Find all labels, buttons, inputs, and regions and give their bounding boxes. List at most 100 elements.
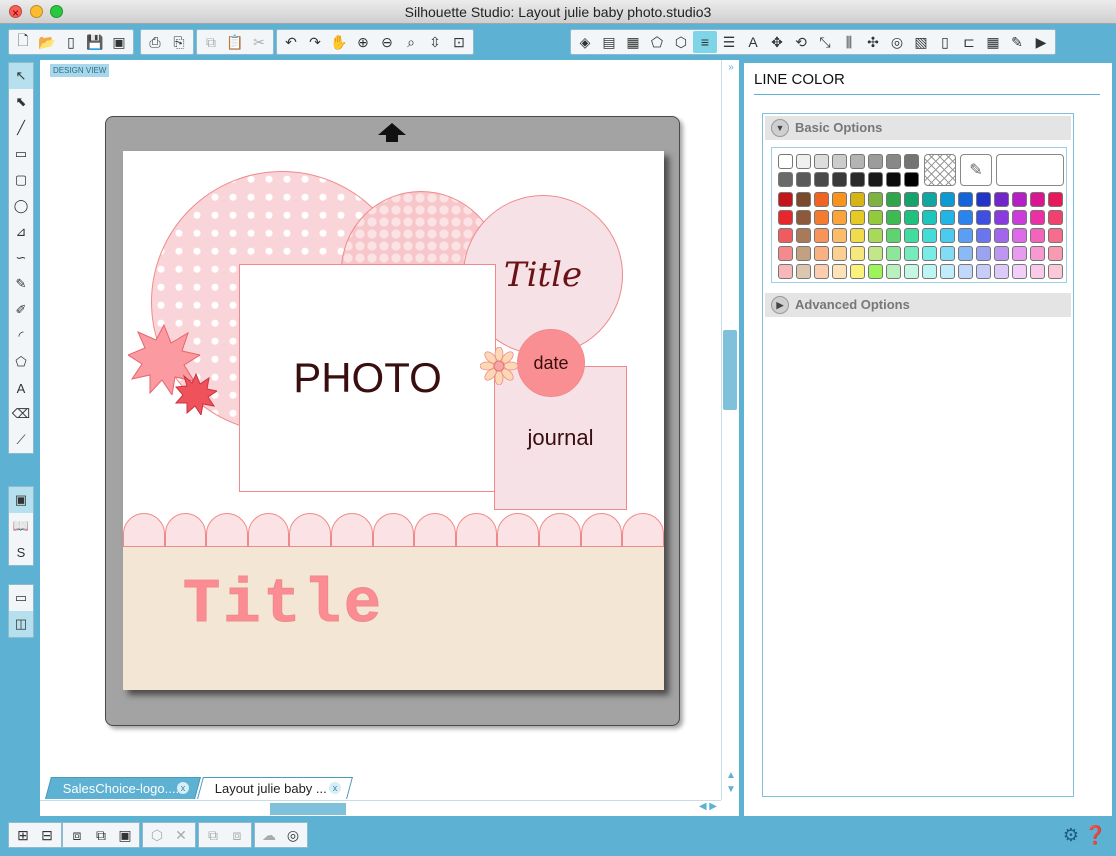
color-swatch[interactable] <box>796 154 811 169</box>
zoom-out-icon[interactable]: ⊖ <box>375 31 399 53</box>
curve-tool-icon[interactable]: ∽ <box>9 245 33 271</box>
maximize-window-button[interactable] <box>50 5 63 18</box>
page-setup-icon[interactable]: ▯ <box>933 31 957 53</box>
color-swatch[interactable] <box>886 228 901 243</box>
send-to-cutter-icon[interactable]: ⎘ <box>167 31 191 53</box>
color-swatch[interactable] <box>940 264 955 279</box>
print-icon[interactable]: ⎙ <box>143 31 167 53</box>
color-swatch[interactable] <box>814 192 829 207</box>
collapse-panel-icon[interactable]: » <box>724 62 738 74</box>
color-swatch[interactable] <box>1012 210 1027 225</box>
color-swatch[interactable] <box>940 210 955 225</box>
color-swatch[interactable] <box>904 228 919 243</box>
color-swatch[interactable] <box>904 210 919 225</box>
color-swatch[interactable] <box>976 210 991 225</box>
color-swatch[interactable] <box>1012 264 1027 279</box>
open-icon[interactable]: 📂 <box>35 31 59 53</box>
redo-icon[interactable]: ↷ <box>303 31 327 53</box>
text-style-icon[interactable]: A <box>741 31 765 53</box>
color-swatch[interactable] <box>1048 264 1063 279</box>
copy-icon[interactable]: ⧉ <box>199 31 223 53</box>
color-swatch[interactable] <box>976 192 991 207</box>
color-swatch[interactable] <box>994 264 1009 279</box>
color-swatch[interactable] <box>796 172 811 187</box>
no-color-swatch[interactable] <box>924 154 956 186</box>
color-swatch[interactable] <box>868 264 883 279</box>
photo-box[interactable]: PHOTO <box>239 264 496 492</box>
gradient-icon[interactable]: ▤ <box>597 31 621 53</box>
color-swatch[interactable] <box>778 192 793 207</box>
save-icon[interactable]: 💾 <box>83 31 107 53</box>
line-color-icon[interactable]: ⬡ <box>669 31 693 53</box>
color-swatch[interactable] <box>976 264 991 279</box>
design-page[interactable]: Title PHOTO journal date Title <box>123 151 664 690</box>
ellipse-tool-icon[interactable]: ◯ <box>9 193 33 219</box>
line-style-icon[interactable]: ☰ <box>717 31 741 53</box>
design-page-icon[interactable]: ▣ <box>9 487 33 513</box>
color-swatch[interactable] <box>796 228 811 243</box>
shape-icon[interactable]: ☁ <box>257 824 281 846</box>
color-swatch[interactable] <box>1048 192 1063 207</box>
color-swatch[interactable] <box>1012 228 1027 243</box>
color-swatch[interactable] <box>958 264 973 279</box>
new-icon[interactable]: 🗋 <box>11 31 35 53</box>
help-icon[interactable]: ❓ <box>1084 824 1106 846</box>
registration-icon[interactable]: ⊏ <box>957 31 981 53</box>
ungroup-icon[interactable]: ⊟ <box>35 824 59 846</box>
title-banner[interactable]: Title <box>123 546 664 690</box>
cut-settings-icon[interactable]: ✎ <box>1005 31 1029 53</box>
color-swatch[interactable] <box>832 228 847 243</box>
color-swatch[interactable] <box>868 246 883 261</box>
color-swatch[interactable] <box>814 210 829 225</box>
color-swatch[interactable] <box>958 246 973 261</box>
color-swatch[interactable] <box>778 264 793 279</box>
color-swatch[interactable] <box>814 228 829 243</box>
library-icon[interactable]: 📖 <box>9 513 33 539</box>
color-swatch[interactable] <box>922 210 937 225</box>
color-swatch[interactable] <box>778 228 793 243</box>
color-swatch[interactable] <box>832 264 847 279</box>
group-icon[interactable]: ⊞ <box>11 824 35 846</box>
trace-icon[interactable]: ▧ <box>909 31 933 53</box>
bring-forward-icon[interactable]: ▣ <box>113 824 137 846</box>
eraser-tool-icon[interactable]: ⌫ <box>9 401 33 427</box>
color-swatch[interactable] <box>922 228 937 243</box>
daisy-icon[interactable] <box>480 347 518 385</box>
color-swatch[interactable] <box>958 210 973 225</box>
tab-saleschoice-logo[interactable]: SalesChoice-logo.... x <box>45 777 201 799</box>
eyedropper-icon[interactable]: ✎ <box>960 154 992 186</box>
advanced-options-header[interactable]: ▶ Advanced Options <box>765 293 1071 317</box>
color-swatch[interactable] <box>1030 264 1045 279</box>
basic-options-header[interactable]: ▼ Basic Options <box>765 116 1071 140</box>
open-library-icon[interactable]: ▯ <box>59 31 83 53</box>
rotate-icon[interactable]: ⟲ <box>789 31 813 53</box>
color-swatch[interactable] <box>994 228 1009 243</box>
color-swatch[interactable] <box>940 246 955 261</box>
color-swatch[interactable] <box>850 264 865 279</box>
save-to-library-icon[interactable]: ▣ <box>107 31 131 53</box>
color-swatch[interactable] <box>886 154 901 169</box>
color-swatch[interactable] <box>778 172 793 187</box>
color-swatch[interactable] <box>886 210 901 225</box>
color-swatch[interactable] <box>850 192 865 207</box>
color-swatch[interactable] <box>796 264 811 279</box>
smooth-freehand-icon[interactable]: ✐ <box>9 297 33 323</box>
shadow-icon[interactable]: ⬠ <box>645 31 669 53</box>
color-swatch[interactable] <box>868 210 883 225</box>
vertical-scrollbar[interactable]: » ▲ ▼ <box>721 60 739 800</box>
scroll-up-icon[interactable]: ▲ <box>724 770 738 782</box>
color-swatch[interactable] <box>940 192 955 207</box>
color-swatch[interactable] <box>850 154 865 169</box>
line-tool-icon[interactable]: ╱ <box>9 115 33 141</box>
color-swatch[interactable] <box>832 192 847 207</box>
delete-icon[interactable]: ✕ <box>169 824 193 846</box>
fill-color-icon[interactable]: ◈ <box>573 31 597 53</box>
color-swatch[interactable] <box>904 246 919 261</box>
color-swatch[interactable] <box>868 154 883 169</box>
color-swatch[interactable] <box>868 228 883 243</box>
color-swatch[interactable] <box>886 246 901 261</box>
zoom-select-icon[interactable]: ⌕ <box>399 31 423 53</box>
single-view-icon[interactable]: ▭ <box>9 585 33 611</box>
weld-icon[interactable]: ⬡ <box>145 824 169 846</box>
color-swatch[interactable] <box>778 246 793 261</box>
